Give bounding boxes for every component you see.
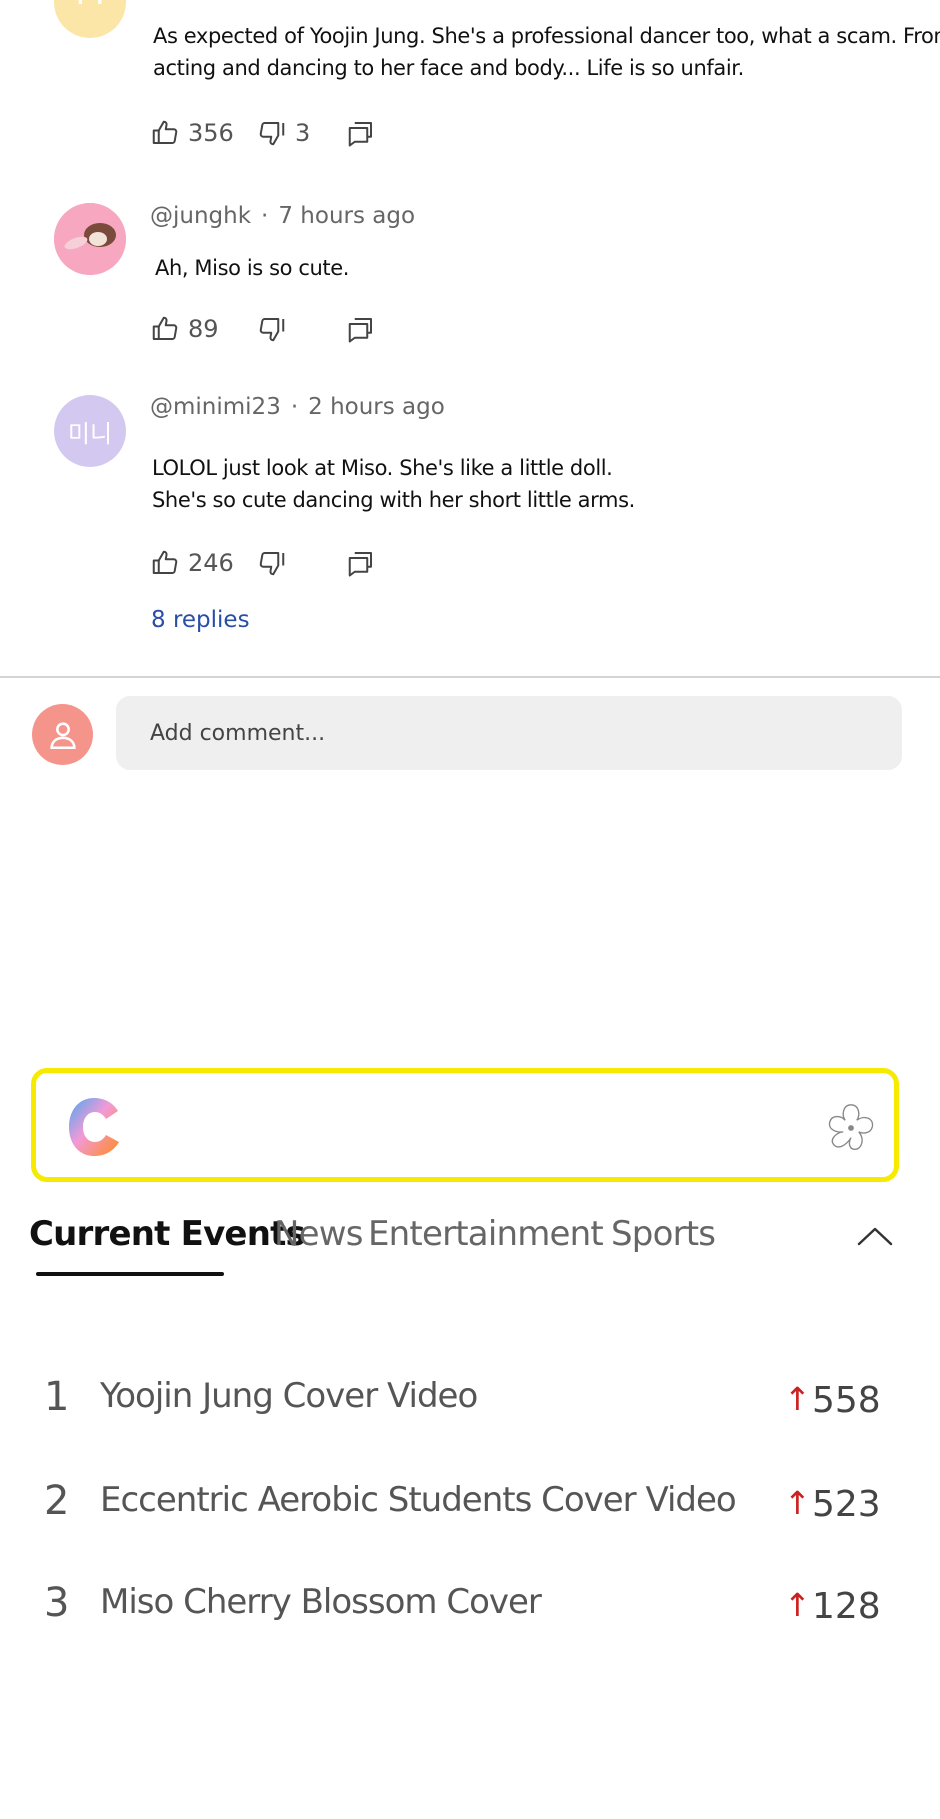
trend-up-arrow: ↑ [784,1484,811,1522]
trending-title: Eccentric Aerobic Students Cover Video [100,1480,737,1520]
reply-icon [348,122,372,147]
add-comment-input[interactable]: Add comment... [116,696,902,770]
add-comment-placeholder: Add comment... [150,720,326,746]
trending-count: 558 [812,1380,881,1421]
trending-rank: 3 [44,1580,70,1626]
thumbs-up-icon [152,550,178,575]
comment-text: LOLOL just look at Miso. She's like a li… [152,452,635,516]
reply-icon [348,318,372,343]
trending-title: Miso Cherry Blossom Cover [100,1582,542,1622]
like-count: 356 [188,119,234,147]
comment-username[interactable]: @minimi23 [150,394,281,420]
trending-count: 523 [812,1484,881,1525]
meta-separator: · [290,394,299,420]
comment-actions: 89 [150,311,390,347]
like-button[interactable]: 356 [150,115,234,151]
chevron-up-icon[interactable] [856,1222,894,1250]
comment-meta: @junghk · 7 hours ago [150,203,415,229]
avatar-photo-icon [54,203,126,275]
like-count: 246 [188,549,234,577]
comment-text-line: As expected of Yoojin Jung. She's a prof… [153,24,940,48]
trending-item[interactable]: 3 Miso Cherry Blossom Cover ↑ 128 [0,1580,940,1640]
trending-title: Yoojin Jung Cover Video [100,1376,478,1416]
comment-avatar[interactable] [54,203,126,275]
active-tab-indicator [36,1272,224,1276]
thumbs-down-icon [259,317,285,342]
thumbs-down-icon [259,551,285,576]
dislike-button[interactable] [257,545,287,581]
user-avatar[interactable] [32,704,93,765]
comment-text-line: Ah, Miso is so cute. [155,256,350,280]
reply-button[interactable] [346,545,376,581]
divider [0,676,940,678]
search-bar[interactable] [31,1068,899,1182]
comment-actions: 246 [150,545,390,581]
like-button[interactable]: 89 [150,311,219,347]
avatar-text: 미니 [67,419,113,448]
reply-icon [348,552,372,577]
flower-icon[interactable] [822,1099,880,1157]
comment-time: 7 hours ago [278,203,416,229]
trending-rank: 2 [44,1478,70,1524]
category-tabs: Current Events News Entertainment Sports [0,1214,940,1284]
reply-button[interactable] [346,115,376,151]
like-button[interactable]: 246 [150,545,234,581]
thumbs-down-icon [259,121,285,146]
tab-entertainment[interactable]: Entertainment [368,1214,604,1254]
comment-avatar[interactable]: M [54,0,126,38]
comment-username[interactable]: @junghk [150,203,251,229]
app-logo-icon [69,1098,119,1156]
thumbs-up-icon [152,316,178,341]
trend-up-arrow: ↑ [784,1586,811,1624]
comment-text-line: She's so cute dancing with her short lit… [152,488,635,512]
tab-news[interactable]: News [274,1214,363,1254]
comment-meta: @minimi23 · 2 hours ago [150,394,445,420]
meta-separator: · [261,203,269,229]
dislike-button[interactable] [257,311,287,347]
avatar-letter: M [75,0,104,13]
person-icon [49,721,76,749]
comment-actions: 356 3 [150,115,390,151]
like-count: 89 [188,315,219,343]
comment-text-line: LOLOL just look at Miso. She's like a li… [152,456,613,480]
view-replies-link[interactable]: 8 replies [151,607,250,633]
comment-text: Ah, Miso is so cute. [155,252,349,284]
comment-avatar[interactable]: 미니 [54,395,126,467]
trending-item[interactable]: 2 Eccentric Aerobic Students Cover Video… [0,1478,940,1538]
dislike-button[interactable]: 3 [257,115,310,151]
comment-text-line: acting and dancing to her face and body.… [153,56,744,80]
trending-item[interactable]: 1 Yoojin Jung Cover Video ↑ 558 [0,1374,940,1434]
thumbs-up-icon [152,120,178,145]
dislike-count: 3 [295,119,311,147]
comment-time: 2 hours ago [308,394,445,420]
trending-count: 128 [812,1586,881,1627]
trending-rank: 1 [44,1374,70,1420]
tab-sports[interactable]: Sports [611,1214,716,1254]
tab-current-events[interactable]: Current Events [29,1214,306,1254]
reply-button[interactable] [346,311,376,347]
comment-text: As expected of Yoojin Jung. She's a prof… [153,20,940,84]
trend-up-arrow: ↑ [784,1380,811,1418]
